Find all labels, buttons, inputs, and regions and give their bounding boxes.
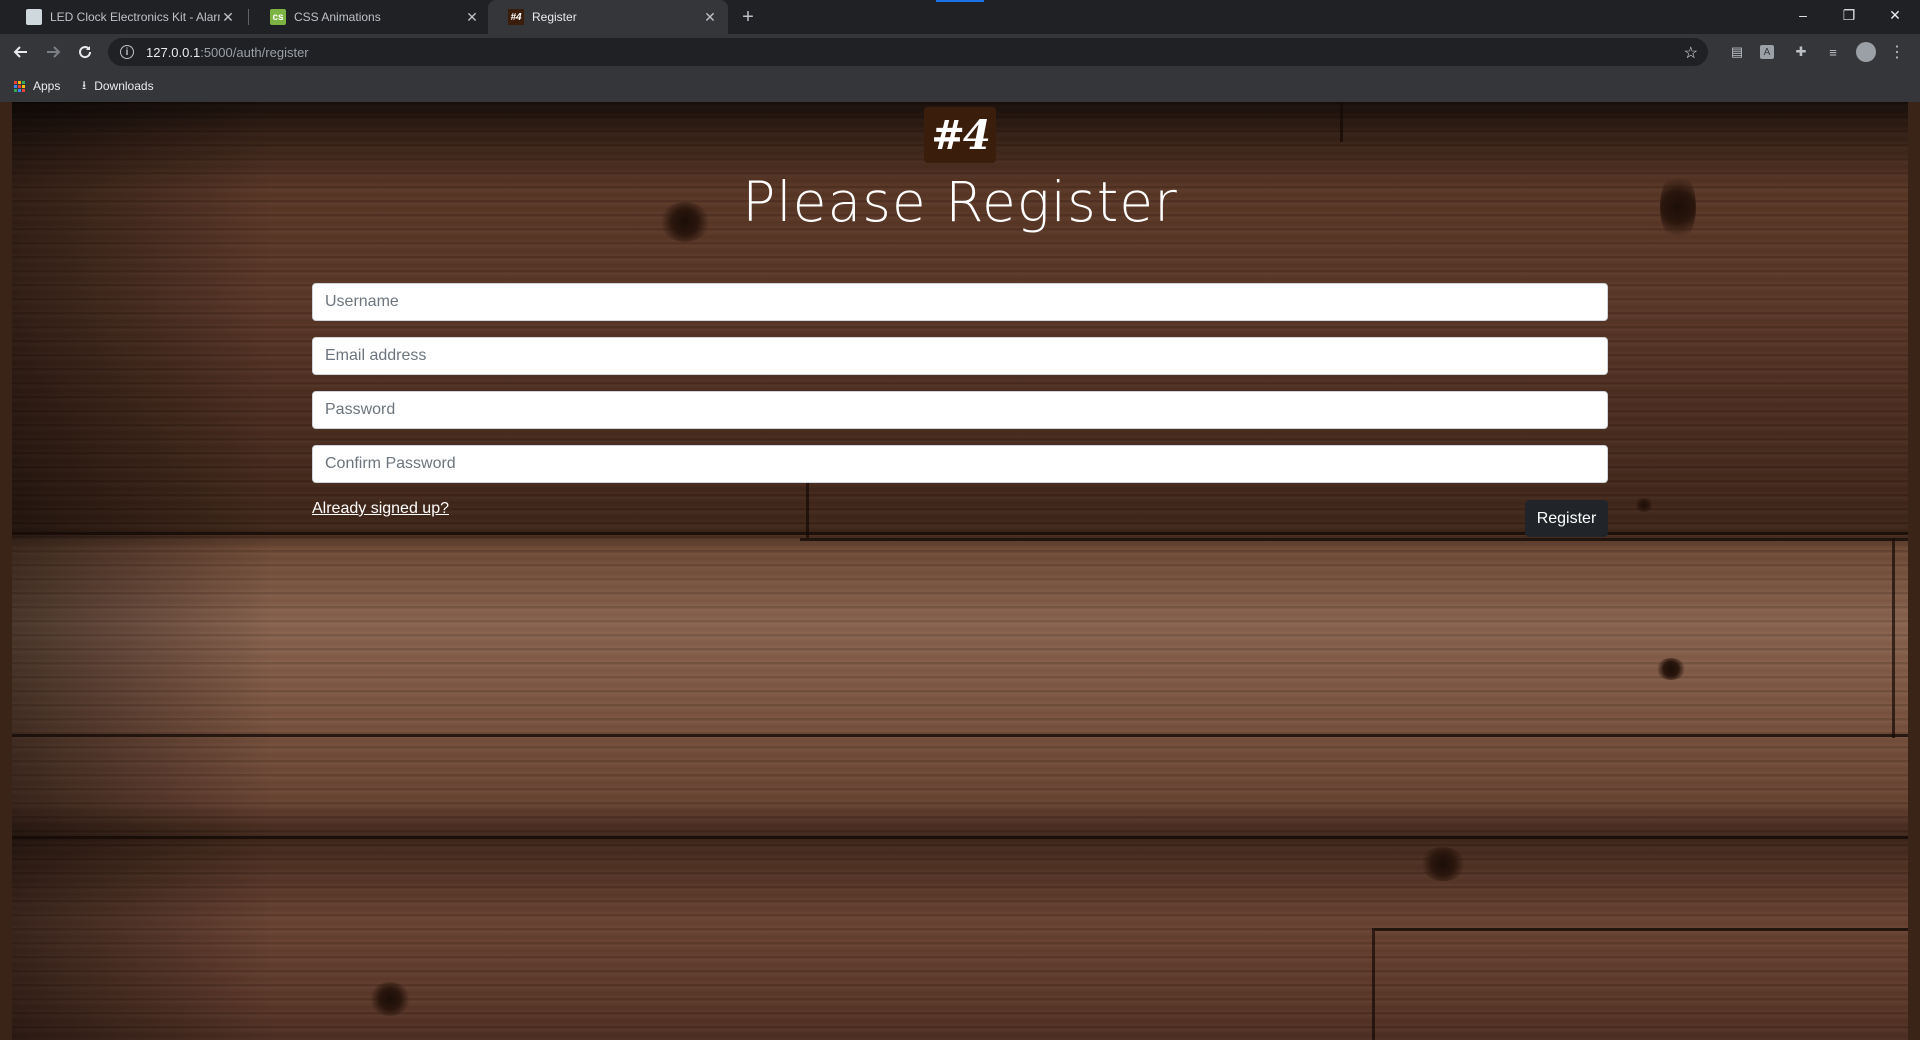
apps-grid-icon <box>14 80 25 92</box>
extension-icon[interactable]: ▤ <box>1728 43 1746 61</box>
bookmark-downloads[interactable]: ⭳ Downloads <box>82 76 154 96</box>
email-input[interactable] <box>312 337 1608 375</box>
page-viewport: #4 Please Register Already signed up? Re… <box>0 102 1920 1040</box>
plank-seam <box>12 734 1908 737</box>
plank-seam <box>1372 928 1375 1040</box>
url-host: 127.0.0.1 <box>146 44 201 60</box>
wood-knot <box>370 982 410 1016</box>
bookmark-star-icon[interactable]: ☆ <box>1684 43 1698 63</box>
plank-seam <box>1375 928 1908 931</box>
tab-register[interactable]: #4 Register ✕ <box>488 0 728 34</box>
plank-seam <box>1340 102 1343 142</box>
already-signed-up-link[interactable]: Already signed up? <box>312 500 449 518</box>
username-input[interactable] <box>312 283 1608 321</box>
reload-icon <box>79 46 92 59</box>
plank-seam <box>800 538 1908 541</box>
password-input[interactable] <box>312 391 1608 429</box>
menu-kebab-icon[interactable]: ⋮ <box>1888 43 1906 61</box>
back-button[interactable] <box>8 39 34 65</box>
browser-toolbar: i 127.0.0.1:5000/auth/register ☆ ▤ A ✚ ≡… <box>0 34 1920 70</box>
bookmark-label: Downloads <box>94 79 154 93</box>
site-info-icon[interactable]: i <box>120 45 134 59</box>
back-arrow-icon <box>13 46 27 58</box>
tab-separator <box>248 9 249 25</box>
doc-icon <box>26 9 42 25</box>
tab-drag-indicator <box>936 0 984 2</box>
url-text: 127.0.0.1:5000/auth/register <box>146 45 309 60</box>
plank-seam <box>1892 538 1895 738</box>
register-button[interactable]: Register <box>1525 500 1608 537</box>
puzzle-extensions-icon[interactable]: ✚ <box>1792 43 1810 61</box>
site-logo: #4 <box>924 107 996 163</box>
register-form <box>312 283 1608 499</box>
url-path: :5000/auth/register <box>200 44 309 60</box>
tab-title: Register <box>532 10 577 24</box>
reload-button[interactable] <box>72 39 98 65</box>
forward-button[interactable] <box>40 39 66 65</box>
css-icon: cs <box>270 9 286 25</box>
wood-background <box>12 102 1908 1040</box>
restore-button[interactable]: ❐ <box>1826 0 1872 30</box>
wood-knot <box>1635 498 1653 512</box>
tab-strip: LED Clock Electronics Kit - Alarm ✕ cs C… <box>0 0 1920 34</box>
address-bar[interactable]: i 127.0.0.1:5000/auth/register ☆ <box>108 38 1708 66</box>
bookmarks-bar: Apps ⭳ Downloads <box>0 70 1920 102</box>
page-title: Please Register <box>742 170 1178 234</box>
plank-seam <box>12 836 1908 839</box>
bookmark-label: Apps <box>33 79 61 93</box>
tab-title: CSS Animations <box>294 10 381 24</box>
media-controls-icon[interactable]: ≡ <box>1824 43 1842 61</box>
tab-led-clock[interactable]: LED Clock Electronics Kit - Alarm ✕ <box>6 0 246 34</box>
download-icon: ⭳ <box>82 77 87 92</box>
profile-avatar-icon[interactable] <box>1856 42 1876 62</box>
close-icon[interactable]: ✕ <box>220 9 236 25</box>
plank-seam <box>12 532 1908 535</box>
new-tab-button[interactable]: + <box>736 5 760 29</box>
site-logo-icon: #4 <box>508 9 524 25</box>
close-icon[interactable]: ✕ <box>464 9 480 25</box>
confirm-password-input[interactable] <box>312 445 1608 483</box>
forward-arrow-icon <box>47 46 61 58</box>
close-icon[interactable]: ✕ <box>702 9 718 25</box>
extension-icon[interactable]: A <box>1760 45 1774 59</box>
wood-knot <box>1656 658 1686 680</box>
wood-knot <box>1420 847 1466 881</box>
close-window-button[interactable]: ✕ <box>1872 0 1918 30</box>
background-shade <box>12 102 272 1040</box>
tab-css-animations[interactable]: cs CSS Animations ✕ <box>250 0 490 34</box>
tab-title: LED Clock Electronics Kit - Alarm <box>50 10 220 24</box>
bookmark-apps[interactable]: Apps <box>14 76 60 96</box>
minimize-button[interactable]: – <box>1780 0 1826 30</box>
